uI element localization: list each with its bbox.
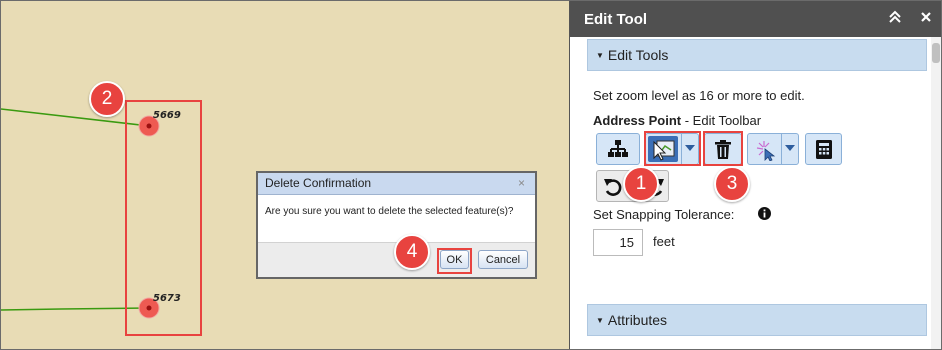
calculator-button[interactable]: [805, 133, 842, 165]
vertex-tool-button[interactable]: [747, 133, 799, 165]
delete-confirmation-dialog: Delete Confirmation × Are you sure you w…: [256, 171, 537, 279]
panel-header: Edit Tool: [570, 1, 941, 37]
dialog-title-bar: Delete Confirmation ×: [258, 173, 535, 195]
hierarchy-icon: [608, 140, 628, 157]
calculator-icon: [816, 140, 832, 159]
info-icon[interactable]: [758, 207, 771, 220]
toolbar-heading: Address Point - Edit Toolbar: [593, 113, 761, 128]
edit-tools-section[interactable]: ▼ Edit Tools: [587, 39, 927, 71]
edit-tool-panel: Edit Tool ▼ Edit Tools Set zoom level as …: [569, 1, 941, 349]
dialog-title: Delete Confirmation: [265, 176, 372, 190]
callout-badge-2: 2: [89, 81, 125, 117]
selection-highlight: [125, 100, 202, 336]
snapping-unit: feet: [653, 234, 675, 249]
panel-scrollbar[interactable]: [931, 37, 941, 349]
scroll-thumb[interactable]: [932, 43, 940, 63]
sparkle-cursor-icon: [756, 141, 776, 161]
snapping-label: Set Snapping Tolerance:: [593, 207, 735, 222]
cancel-button[interactable]: Cancel: [478, 250, 528, 269]
screenshot-frame: 5669 5673 2 Delete Confirmation × Are yo…: [0, 0, 942, 350]
double-chevron-up-icon[interactable]: [888, 10, 902, 27]
layer-name: Address Point: [593, 113, 682, 128]
snapping-tolerance-input[interactable]: 15: [593, 229, 643, 256]
dialog-message: Are you sure you want to delete the sele…: [265, 206, 514, 217]
ok-highlight: [437, 248, 472, 274]
panel-title: Edit Tool: [584, 11, 648, 28]
attributes-label: Attributes: [607, 312, 668, 328]
undo-icon[interactable]: [603, 177, 623, 197]
select-highlight: [644, 131, 701, 166]
edit-tools-label: Edit Tools: [607, 47, 669, 63]
callout-badge-4: 4: [394, 234, 430, 270]
callout-badge-1: 1: [623, 166, 659, 202]
callout-badge-3: 3: [714, 166, 750, 202]
close-icon[interactable]: [920, 10, 932, 27]
map-view[interactable]: 5669 5673 2 Delete Confirmation × Are yo…: [1, 1, 569, 349]
delete-highlight: [703, 131, 743, 166]
attributes-section[interactable]: ▼ Attributes: [587, 304, 927, 336]
chevron-down-icon: [785, 145, 795, 151]
caret-down-icon: ▼: [596, 51, 604, 60]
caret-down-icon: ▼: [596, 316, 604, 325]
zoom-notice: Set zoom level as 16 or more to edit.: [593, 88, 805, 103]
dialog-close-icon[interactable]: ×: [518, 173, 525, 194]
hierarchy-button[interactable]: [596, 133, 640, 165]
toolbar-suffix: - Edit Toolbar: [681, 113, 762, 128]
